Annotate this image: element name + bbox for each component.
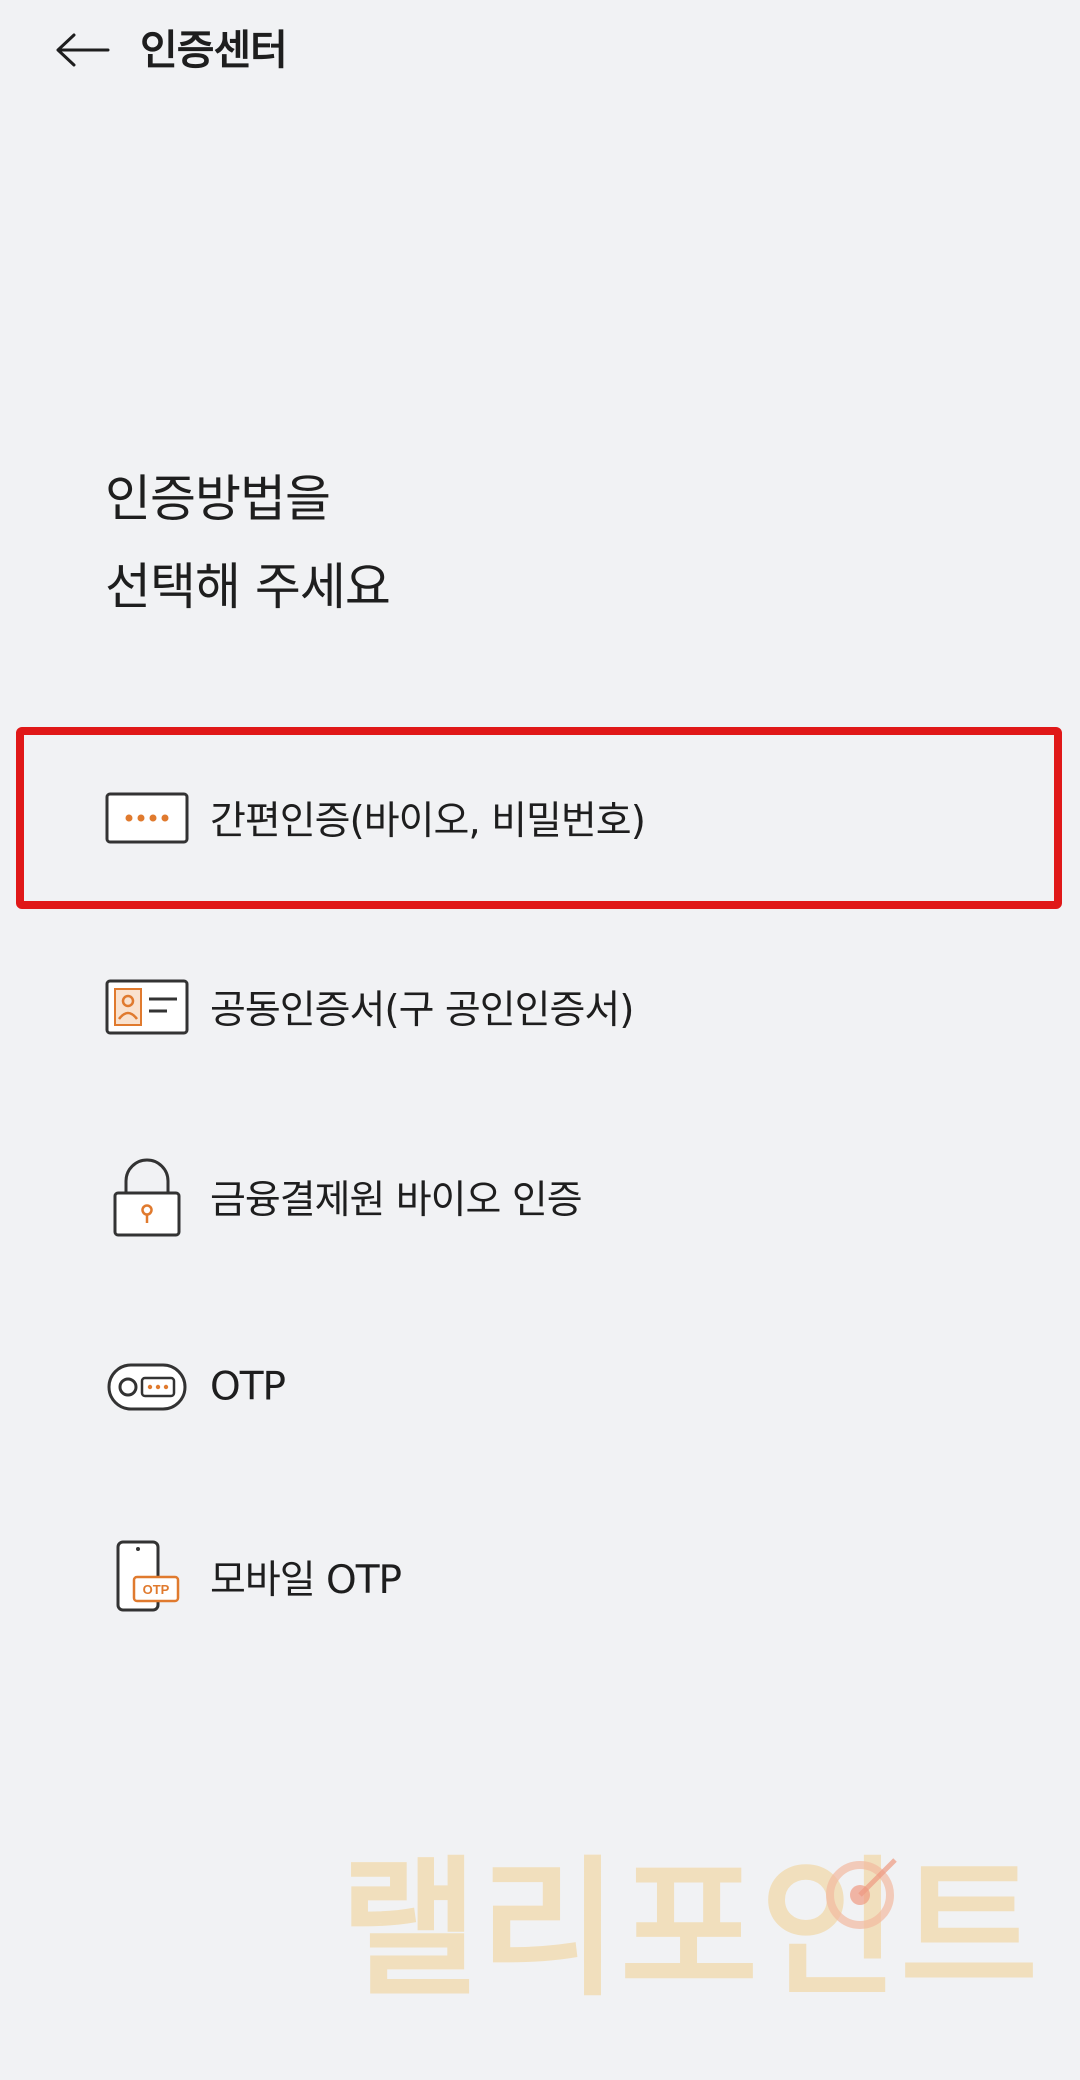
dart-target-icon bbox=[826, 1858, 897, 1929]
mobile-otp-badge-text: OTP bbox=[143, 1582, 170, 1597]
menu-item-simple-auth[interactable]: 간편인증(바이오, 비밀번호) bbox=[16, 727, 1062, 909]
app-header: 인증센터 bbox=[0, 0, 1080, 100]
pin-pad-icon bbox=[102, 773, 192, 863]
back-button[interactable] bbox=[52, 24, 112, 76]
lock-icon bbox=[102, 1152, 192, 1242]
app-screen: 인증센터 인증방법을 선택해 주세요 간편인증(바이오, 비밀번호) 공동인증서… bbox=[0, 0, 1080, 2080]
menu-item-bio-auth[interactable]: 금융결제원 바이오 인증 bbox=[16, 1112, 1062, 1282]
certificate-card-icon bbox=[102, 962, 192, 1052]
watermark-text: 랠리포인트 bbox=[340, 1843, 1041, 2017]
menu-item-joint-certificate[interactable]: 공동인증서(구 공인인증서) bbox=[16, 922, 1062, 1092]
menu-item-label: 공동인증서(구 공인인증서) bbox=[210, 988, 635, 1033]
heading-line-2: 선택해 주세요 bbox=[105, 558, 391, 616]
section-heading: 인증방법을 선택해 주세요 bbox=[105, 455, 391, 631]
menu-item-label: 모바일 OTP bbox=[210, 1558, 402, 1603]
watermark: 랠리포인트 bbox=[340, 1830, 1060, 2030]
otp-token-icon bbox=[102, 1342, 192, 1432]
menu-item-mobile-otp[interactable]: OTP 모바일 OTP bbox=[16, 1492, 1062, 1662]
back-arrow-icon bbox=[56, 33, 110, 67]
menu-item-label: 간편인증(바이오, 비밀번호) bbox=[210, 799, 646, 844]
menu-item-label: OTP bbox=[210, 1364, 286, 1410]
page-title: 인증센터 bbox=[140, 26, 288, 74]
heading-line-1: 인증방법을 bbox=[105, 470, 331, 528]
menu-item-otp[interactable]: OTP bbox=[16, 1302, 1062, 1472]
mobile-otp-icon: OTP bbox=[102, 1532, 192, 1622]
menu-item-label: 금융결제원 바이오 인증 bbox=[210, 1178, 583, 1223]
